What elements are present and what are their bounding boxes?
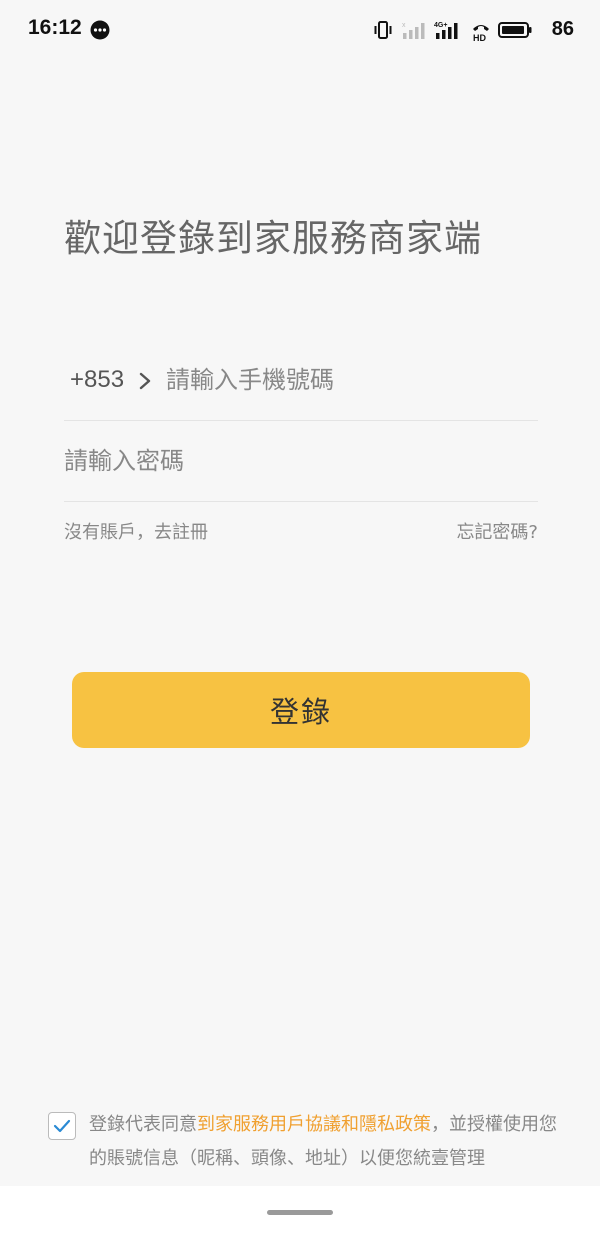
svg-text:4G+: 4G+ [434,22,447,29]
country-code-selector[interactable]: +853 [70,366,124,394]
signal-4g-icon: 4G+ [434,22,458,39]
svg-text:HD: HD [473,33,486,42]
agreement-checkbox[interactable] [48,1112,76,1140]
check-icon [53,1119,71,1133]
chevron-right-icon[interactable] [138,372,152,390]
forgot-password-link[interactable]: 忘記密碼? [456,518,538,544]
agreement-prefix: 登錄代表同意 [89,1114,197,1135]
system-navigation-bar [0,1186,600,1240]
signal-sim2-icon: x [402,22,425,39]
phone-input[interactable] [166,360,526,400]
page-title: 歡迎登錄到家服務商家端 [64,217,482,260]
battery-icon [498,22,532,38]
login-button[interactable]: 登錄 [72,672,530,748]
status-icons: x 4G+ HD 86 [374,14,574,44]
phone-field-row: +853 [64,340,538,421]
status-bar: 16:12 x 4G+ HD 86 [0,0,600,60]
message-notification-icon [90,20,110,40]
vibrate-icon [374,21,392,39]
status-time: 16:12 [28,16,82,39]
home-indicator[interactable] [267,1210,333,1215]
password-input[interactable] [64,441,524,481]
hd-call-icon: HD [473,25,489,42]
agreement-text: 登錄代表同意到家服務用戶協議和隱私政策，並授權使用您的賬號信息（昵稱、頭像、地址… [89,1108,569,1176]
register-link[interactable]: 沒有賬戶，去註冊 [64,518,208,544]
password-field-row [64,421,538,502]
battery-level: 86 [551,18,574,40]
user-agreement-privacy-link[interactable]: 到家服務用戶協議和隱私政策 [197,1114,431,1135]
svg-text:x: x [402,22,406,29]
